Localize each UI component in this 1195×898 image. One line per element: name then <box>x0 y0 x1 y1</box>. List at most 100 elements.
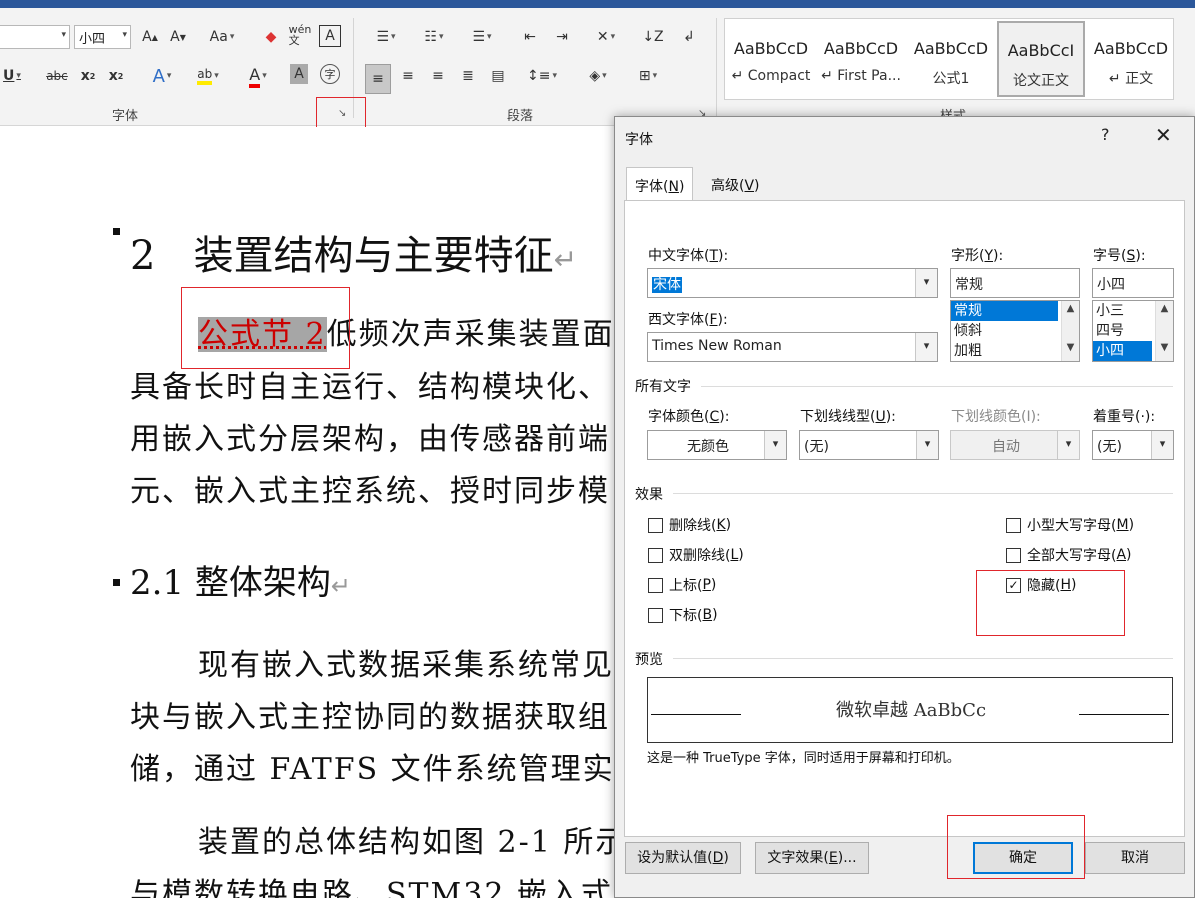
checkbox-box[interactable] <box>648 547 663 563</box>
subscript-checkbox[interactable]: 下标(B) <box>648 605 718 625</box>
checkbox-box[interactable] <box>1006 547 1021 563</box>
font-size-input[interactable]: 小四 <box>1092 268 1174 298</box>
preview-section-title: 预览 <box>635 652 663 668</box>
font-color-select[interactable]: 无颜色 ▾ <box>647 430 787 460</box>
justify-icon[interactable]: ≣ <box>456 64 480 88</box>
all-caps-checkbox[interactable]: 全部大写字母(A) <box>1006 545 1132 565</box>
font-name-combo[interactable]: ▾ <box>0 25 70 49</box>
cn-font-label: 中文字体(T): <box>648 248 729 264</box>
west-font-select[interactable]: Times New Roman ▾ <box>647 332 938 362</box>
preview-text: 微软卓越 AaBbCc <box>835 700 987 721</box>
divider <box>673 493 1173 494</box>
divider <box>701 386 1173 387</box>
underline-icon[interactable]: U ▾ <box>0 64 24 88</box>
cn-font-select[interactable]: 宋体 ▾ <box>647 268 938 298</box>
title-bar-strip <box>0 0 1195 8</box>
list-item[interactable]: 小四 <box>1093 341 1152 361</box>
tab-advanced[interactable]: 高级(V) <box>703 167 768 201</box>
shrink-font-icon[interactable]: A ▼ <box>168 25 188 49</box>
line-spacing-icon[interactable]: ↕≡ ▾ <box>524 64 560 88</box>
decrease-indent-icon[interactable]: ⇤ <box>518 25 542 49</box>
underline-style-select[interactable]: (无) ▾ <box>799 430 939 460</box>
underline-color-label: 下划线颜色(I): <box>951 409 1041 425</box>
list-item[interactable]: 倾斜 <box>951 321 1079 341</box>
set-default-button[interactable]: 设为默认值(D) <box>625 842 741 874</box>
chinese-layout-icon[interactable]: ✕ ▾ <box>588 25 624 49</box>
underline-style-label: 下划线线型(U): <box>800 409 896 425</box>
show-marks-icon[interactable]: ↲ <box>678 25 700 49</box>
chevron-down-icon[interactable]: ▾ <box>915 333 937 361</box>
character-shading-icon[interactable]: A <box>290 64 308 84</box>
chevron-down-icon[interactable]: ▾ <box>1151 431 1173 459</box>
phonetic-guide-icon[interactable]: wén 文 <box>289 23 312 47</box>
paragraph-2-line-1: 现有嵌入式数据采集系统常见 <box>198 648 614 683</box>
grow-font-icon[interactable]: A ▲ <box>140 25 160 49</box>
highlight-hidden-text-box <box>181 287 350 369</box>
chevron-down-icon: ▾ <box>122 30 127 40</box>
chevron-down-icon: ▾ <box>61 30 66 40</box>
preview-box: 微软卓越 AaBbCc <box>647 677 1173 743</box>
strikethrough-checkbox[interactable]: 删除线(K) <box>648 515 731 535</box>
checkbox-box[interactable] <box>648 607 663 623</box>
chevron-down-icon[interactable]: ▾ <box>764 431 786 459</box>
style-normal[interactable]: AaBbCcD ↵ 正文 <box>1087 21 1175 97</box>
highlight-color-icon[interactable]: ab ▾ <box>190 64 226 88</box>
help-icon[interactable]: ? <box>1101 125 1110 144</box>
font-dialog: 字体 ? ✕ 字体(N) 高级(V) 中文字体(T): 宋体 ▾ 西文字体(F)… <box>614 116 1195 898</box>
highlight-hidden-checkbox-box <box>976 570 1125 636</box>
checkbox-box[interactable] <box>648 577 663 593</box>
align-center-icon[interactable]: ≡ <box>396 64 420 88</box>
strikethrough-icon[interactable]: abc <box>44 64 70 88</box>
small-caps-checkbox[interactable]: 小型大写字母(M) <box>1006 515 1134 535</box>
multilevel-list-icon[interactable]: ☰ ▾ <box>464 25 500 49</box>
text-effects-button[interactable]: 文字效果(E)... <box>755 842 869 874</box>
font-style-list[interactable]: 常规 倾斜 加粗 ▲ ▼ <box>950 300 1080 362</box>
list-item[interactable]: 常规 <box>951 301 1058 321</box>
borders-icon[interactable]: ⊞ ▾ <box>628 64 668 88</box>
style-first-paragraph[interactable]: AaBbCcD ↵ First Pa... <box>817 21 905 97</box>
list-item[interactable]: 加粗 <box>951 341 1079 361</box>
superscript-checkbox[interactable]: 上标(P) <box>648 575 716 595</box>
checkbox-box[interactable] <box>648 517 663 533</box>
sort-icon[interactable]: ↓Z <box>642 25 664 49</box>
clear-formatting-icon[interactable]: ◆ <box>260 25 282 49</box>
scrollbar[interactable]: ▲ ▼ <box>1061 301 1079 361</box>
style-compact[interactable]: AaBbCcD ↵ Compact <box>727 21 815 97</box>
west-font-label: 西文字体(F): <box>648 312 728 328</box>
align-left-icon[interactable]: ≡ <box>365 64 391 94</box>
tab-font[interactable]: 字体(N) <box>626 167 694 203</box>
style-thesis-body[interactable]: AaBbCcI 论文正文 <box>997 21 1085 97</box>
font-style-input[interactable]: 常规 <box>950 268 1080 298</box>
preview-line-right <box>1079 714 1169 715</box>
scrollbar[interactable]: ▲ ▼ <box>1155 301 1173 361</box>
chevron-down-icon[interactable]: ▾ <box>915 269 937 297</box>
shading-icon[interactable]: ◈ ▾ <box>578 64 618 88</box>
emphasis-mark-label: 着重号(·): <box>1093 409 1156 425</box>
cancel-button[interactable]: 取消 <box>1085 842 1185 874</box>
superscript-icon[interactable]: x2 <box>106 64 126 88</box>
bullets-icon[interactable]: ☰ ▾ <box>366 25 406 49</box>
font-color-icon[interactable]: A ▾ <box>240 64 276 88</box>
text-effects-icon[interactable]: A ▾ <box>144 64 180 88</box>
font-color-label: 字体颜色(C): <box>648 409 730 425</box>
increase-indent-icon[interactable]: ⇥ <box>550 25 574 49</box>
font-tab-panel: 中文字体(T): 宋体 ▾ 西文字体(F): Times New Roman ▾… <box>624 200 1185 837</box>
numbering-icon[interactable]: ☷ ▾ <box>414 25 454 49</box>
align-right-icon[interactable]: ≡ <box>426 64 450 88</box>
close-icon[interactable]: ✕ <box>1155 123 1172 147</box>
style-formula1[interactable]: AaBbCcD 公式1 <box>907 21 995 97</box>
font-style-label: 字形(Y): <box>951 248 1004 264</box>
font-size-list[interactable]: 小三 四号 小四 ▲ ▼ <box>1092 300 1174 362</box>
divider <box>673 658 1173 659</box>
distributed-icon[interactable]: ▤ <box>486 64 510 88</box>
checkbox-box[interactable] <box>1006 517 1021 533</box>
font-size-combo[interactable]: 小四 ▾ <box>74 25 131 49</box>
emphasis-mark-select[interactable]: (无) ▾ <box>1092 430 1174 460</box>
character-border-icon[interactable]: A <box>319 25 341 47</box>
double-strikethrough-checkbox[interactable]: 双删除线(L) <box>648 545 744 565</box>
heading-2: 2.1 整体架构↵ <box>130 563 351 603</box>
subscript-icon[interactable]: x2 <box>78 64 98 88</box>
chevron-down-icon[interactable]: ▾ <box>916 431 938 459</box>
change-case-icon[interactable]: Aa ▾ <box>204 25 240 49</box>
enclose-characters-icon[interactable]: 字 <box>320 64 340 84</box>
